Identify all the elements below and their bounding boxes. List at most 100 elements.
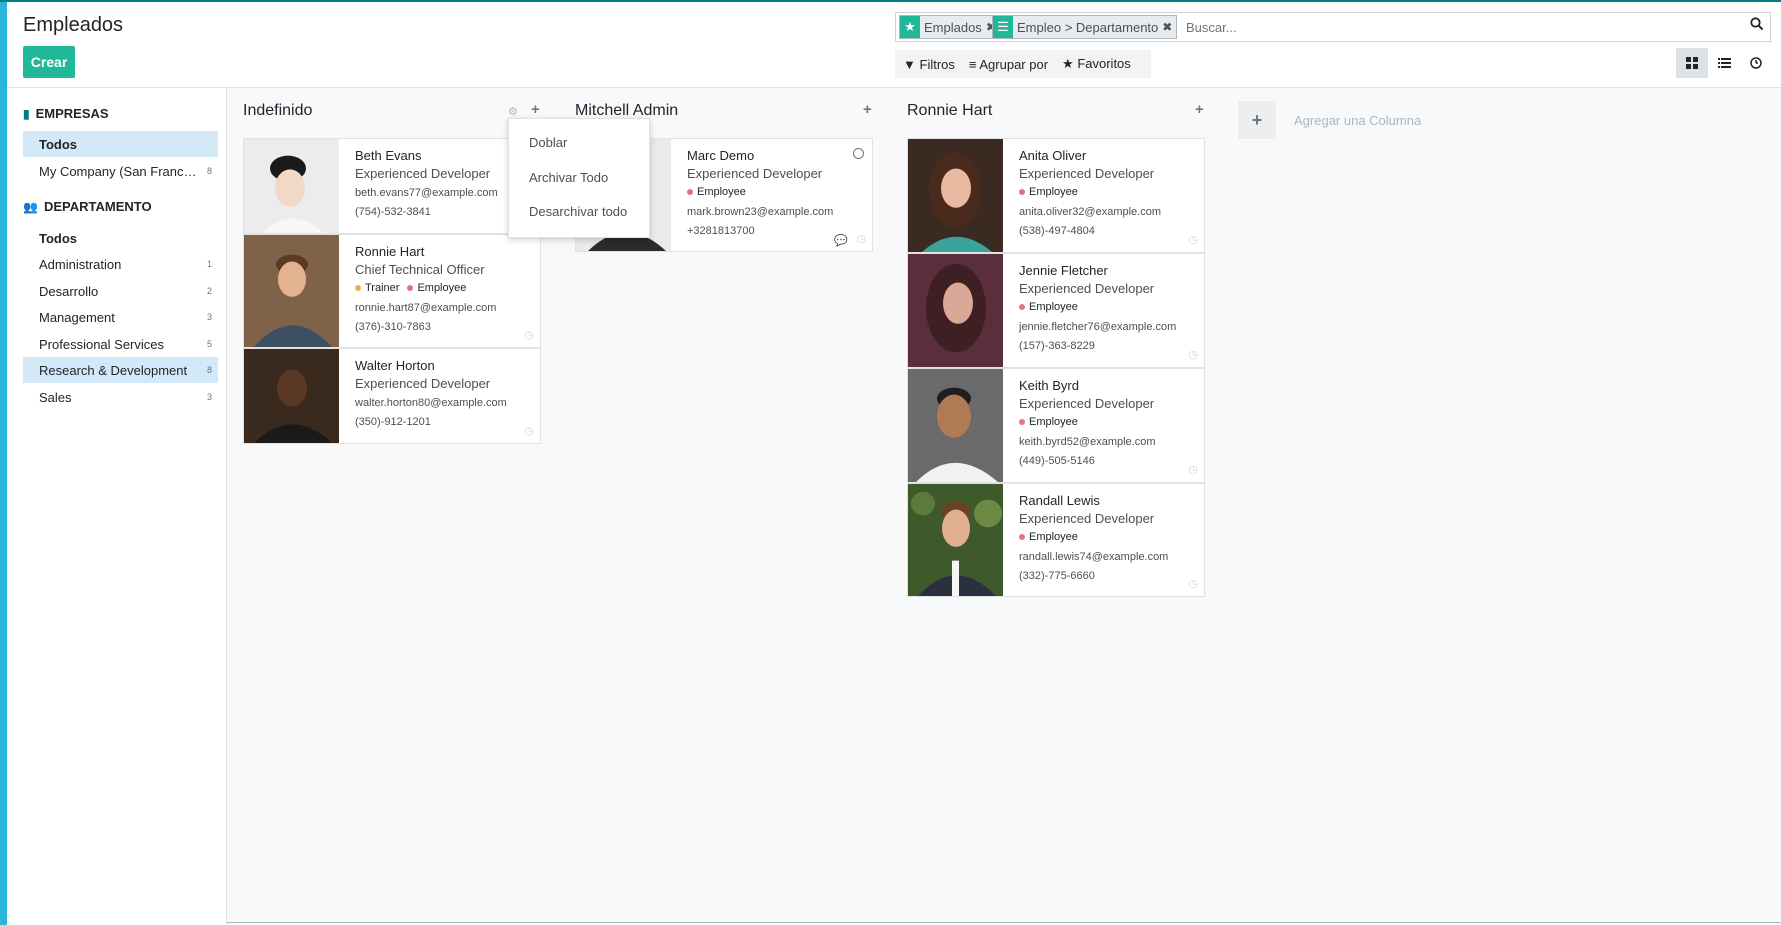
search-options: ▼ Filtros ≡ Agrupar por ★ Favoritos xyxy=(895,50,1151,78)
activity-clock-icon[interactable]: ◷ xyxy=(524,424,534,437)
panel-item-my-company[interactable]: My Company (San Francis... 8 xyxy=(23,158,218,184)
avatar xyxy=(244,349,339,443)
employee-phone: +3281813700 xyxy=(687,225,755,237)
create-button[interactable]: Crear xyxy=(23,46,75,78)
panel-item-administration[interactable]: Administration 1 xyxy=(23,251,218,277)
column-config-menu: Doblar Archivar Todo Desarchivar todo xyxy=(508,118,650,238)
control-panel: Empleados Crear ★ Emplados ✖ ☰ Empleo > … xyxy=(7,2,1781,88)
quick-create-plus-icon[interactable]: + xyxy=(1195,101,1204,118)
list-icon xyxy=(1717,58,1731,68)
employee-card[interactable]: Walter Horton Experienced Developer walt… xyxy=(243,348,541,444)
facet-label: Emplados xyxy=(924,19,982,35)
activity-clock-icon[interactable]: ◷ xyxy=(1188,463,1198,476)
employee-tags: Trainer Employee xyxy=(355,282,474,294)
activity-clock-icon[interactable]: ◷ xyxy=(856,232,866,245)
search-facet-favorites[interactable]: ★ Emplados ✖ xyxy=(899,15,1001,39)
search-panel: ▮ EMPRESAS Todos My Company (San Francis… xyxy=(7,88,227,925)
activity-view-button[interactable] xyxy=(1740,48,1772,78)
building-icon: ▮ xyxy=(23,106,30,121)
gear-icon[interactable]: ⚙ xyxy=(508,105,518,118)
add-column[interactable]: + Agregar una Columna xyxy=(1238,101,1421,139)
employee-name: Beth Evans xyxy=(355,148,422,163)
employee-tags: Employee xyxy=(1019,301,1086,313)
menu-item-fold[interactable]: Doblar xyxy=(529,135,567,150)
section-departamento: 👥 DEPARTAMENTO xyxy=(23,199,152,214)
employee-job: Experienced Developer xyxy=(687,166,823,181)
close-icon[interactable]: ✖ xyxy=(1162,20,1172,34)
view-switcher xyxy=(1676,48,1772,78)
left-accent-bar xyxy=(0,2,7,925)
menu-item-archive-all[interactable]: Archivar Todo xyxy=(529,170,608,185)
clock-icon xyxy=(1750,57,1762,69)
employee-email: keith.byrd52@example.com xyxy=(1019,436,1156,448)
star-icon: ★ xyxy=(1062,56,1074,71)
add-column-label[interactable]: Agregar una Columna xyxy=(1294,113,1421,128)
panel-item-empresas-todos[interactable]: Todos xyxy=(23,131,218,157)
employee-phone: (538)-497-4804 xyxy=(1019,225,1095,237)
tag-employee: Employee xyxy=(687,186,746,198)
avatar xyxy=(908,254,1003,367)
employee-phone: (350)-912-1201 xyxy=(355,416,431,428)
column-title: Ronnie Hart xyxy=(907,102,993,119)
bottom-divider xyxy=(227,922,1781,923)
employee-email: jennie.fletcher76@example.com xyxy=(1019,321,1177,333)
employee-email: anita.oliver32@example.com xyxy=(1019,206,1162,218)
group-by-button[interactable]: ≡ Agrupar por xyxy=(969,57,1048,72)
filters-button[interactable]: ▼ Filtros xyxy=(903,57,955,72)
activity-clock-icon[interactable]: ◷ xyxy=(1188,348,1198,361)
favorites-button[interactable]: ★ Favoritos xyxy=(1062,56,1131,72)
employee-card[interactable]: Randall Lewis Experienced Developer Empl… xyxy=(907,483,1205,597)
search-facet-groupby[interactable]: ☰ Empleo > Departamento ✖ xyxy=(992,15,1178,39)
employee-name: Walter Horton xyxy=(355,358,435,373)
activity-clock-icon[interactable]: ◷ xyxy=(524,328,534,341)
panel-item-professional-services[interactable]: Professional Services 5 xyxy=(23,331,218,357)
star-icon: ★ xyxy=(900,16,920,38)
employee-phone: (449)-505-5146 xyxy=(1019,455,1095,467)
chat-icon[interactable]: 💬 xyxy=(834,234,848,247)
status-circle-icon[interactable] xyxy=(853,148,864,159)
employee-card[interactable]: Keith Byrd Experienced Developer Employe… xyxy=(907,368,1205,483)
kanban-view-button[interactable] xyxy=(1676,48,1708,78)
employee-card[interactable]: Beth Evans Experienced Developer beth.ev… xyxy=(243,138,541,234)
kanban-board: Indefinido ⚙ + Beth Evans Experienced De… xyxy=(227,88,1781,925)
search-bar[interactable]: ★ Emplados ✖ ☰ Empleo > Departamento ✖ xyxy=(895,12,1771,42)
employee-phone: (754)-532-3841 xyxy=(355,206,431,218)
avatar xyxy=(908,484,1003,596)
column-title: Indefinido xyxy=(243,102,313,119)
employee-card[interactable]: Anita Oliver Experienced Developer Emplo… xyxy=(907,138,1205,253)
panel-item-desarrollo[interactable]: Desarrollo 2 xyxy=(23,278,218,304)
employee-phone: (157)-363-8229 xyxy=(1019,340,1095,352)
employee-job: Experienced Developer xyxy=(1019,511,1155,526)
employee-card[interactable]: Jennie Fletcher Experienced Developer Em… xyxy=(907,253,1205,368)
employee-tags: Employee xyxy=(1019,416,1086,428)
employee-job: Chief Technical Officer xyxy=(355,262,485,277)
panel-item-management[interactable]: Management 3 xyxy=(23,304,218,330)
tag-employee: Employee xyxy=(1019,186,1078,198)
panel-item-departamento-todos[interactable]: Todos xyxy=(23,225,218,251)
employee-name: Marc Demo xyxy=(687,148,755,163)
list-view-button[interactable] xyxy=(1708,48,1740,78)
panel-item-research-development[interactable]: Research & Development 8 xyxy=(23,357,218,383)
avatar xyxy=(908,369,1003,482)
plus-icon[interactable]: + xyxy=(1238,101,1276,139)
employee-job: Experienced Developer xyxy=(355,376,491,391)
employee-phone: (332)-775-6660 xyxy=(1019,570,1095,582)
employee-email: randall.lewis74@example.com xyxy=(1019,551,1169,563)
employee-email: walter.horton80@example.com xyxy=(355,397,507,409)
search-input[interactable] xyxy=(1186,18,1706,36)
kanban-icon xyxy=(1686,57,1698,69)
menu-item-unarchive-all[interactable]: Desarchivar todo xyxy=(529,204,627,219)
panel-item-sales[interactable]: Sales 3 xyxy=(23,384,218,410)
search-icon[interactable] xyxy=(1750,17,1764,34)
tag-employee: Employee xyxy=(407,282,466,294)
employee-job: Experienced Developer xyxy=(1019,281,1155,296)
activity-clock-icon[interactable]: ◷ xyxy=(1188,233,1198,246)
employee-email: beth.evans77@example.com xyxy=(355,187,498,199)
employee-name: Anita Oliver xyxy=(1019,148,1087,163)
activity-clock-icon[interactable]: ◷ xyxy=(1188,577,1198,590)
quick-create-plus-icon[interactable]: + xyxy=(863,101,872,118)
employee-name: Jennie Fletcher xyxy=(1019,263,1108,278)
employee-job: Experienced Developer xyxy=(355,166,491,181)
quick-create-plus-icon[interactable]: + xyxy=(531,101,540,118)
employee-card[interactable]: Ronnie Hart Chief Technical Officer Trai… xyxy=(243,234,541,348)
